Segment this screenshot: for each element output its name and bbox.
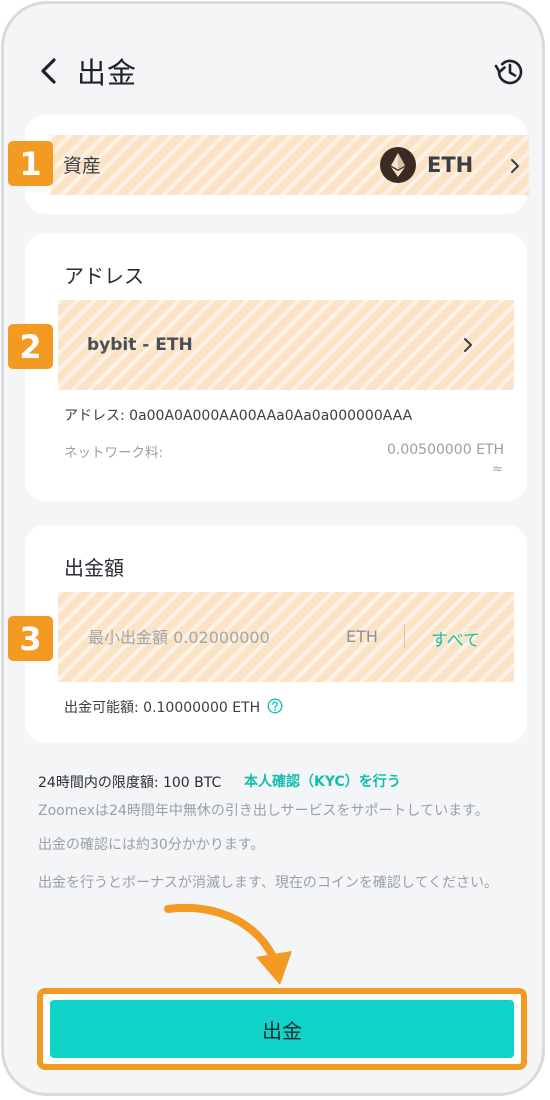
amount-card: 出金額 ETH すべて 出金可能額: 0.10000000 ETH	[25, 525, 527, 743]
pointer-arrow-icon	[164, 903, 292, 985]
step-badge-2: 2	[8, 324, 53, 369]
info-line-1: Zoomexは24時間年中無休の引き出しサービスをサポートしています。	[38, 803, 489, 819]
withdraw-button[interactable]: 出金	[50, 1000, 514, 1058]
amount-field: ETH すべて	[58, 592, 514, 682]
help-icon[interactable]	[267, 698, 283, 714]
header: 出金	[4, 4, 542, 114]
page-title: 出金	[77, 56, 138, 90]
chevron-right-icon	[464, 338, 472, 352]
address-selector[interactable]: bybit - ETH	[58, 300, 514, 390]
amount-title: 出金額	[64, 556, 124, 580]
network-fee-label: ネットワーク料:	[64, 445, 164, 461]
address-card: アドレス bybit - ETH アドレス: 0a00A0A000AA00AAa…	[25, 233, 527, 501]
ethereum-icon	[380, 147, 416, 183]
history-icon[interactable]	[492, 54, 528, 90]
chevron-left-icon[interactable]	[34, 54, 64, 88]
address-title: アドレス	[64, 264, 144, 288]
asset-selector[interactable]: 資産 ETH	[51, 135, 529, 195]
step-badge-3: 3	[8, 616, 53, 661]
submit-highlight: 出金	[37, 988, 527, 1070]
amount-unit: ETH	[346, 627, 378, 646]
network-fee-value: 0.00500000 ETH	[387, 442, 504, 458]
asset-value: ETH	[427, 153, 474, 177]
max-amount-button[interactable]: すべて	[431, 626, 480, 651]
available-amount: 出金可能額: 0.10000000 ETH	[64, 700, 261, 716]
asset-label: 資産	[63, 155, 102, 177]
phone-frame: 出金 資産 ETH アドレス bybit - ETH アドレス: 0a00A0A…	[1, 1, 545, 1096]
info-line-3: 出金を行うとボーナスが消滅します、現在のコインを確認してください。	[38, 875, 499, 891]
network-fee-approx: ≈	[492, 462, 503, 477]
asset-card: 資産 ETH	[25, 115, 529, 214]
chevron-right-icon	[511, 159, 519, 173]
info-line-2: 出金の確認には約30分かかります。	[38, 837, 265, 853]
divider	[404, 624, 405, 648]
wallet-address: アドレス: 0a00A0A000AA00AAa0Aa0a000000AAA	[64, 408, 413, 424]
amount-input[interactable]	[88, 622, 318, 652]
step-badge-1: 1	[8, 141, 53, 186]
address-selected: bybit - ETH	[87, 335, 193, 355]
withdrawal-limit: 24時間内の限度額: 100 BTC	[38, 775, 222, 791]
kyc-link[interactable]: 本人確認（KYC）を行う	[244, 771, 401, 791]
